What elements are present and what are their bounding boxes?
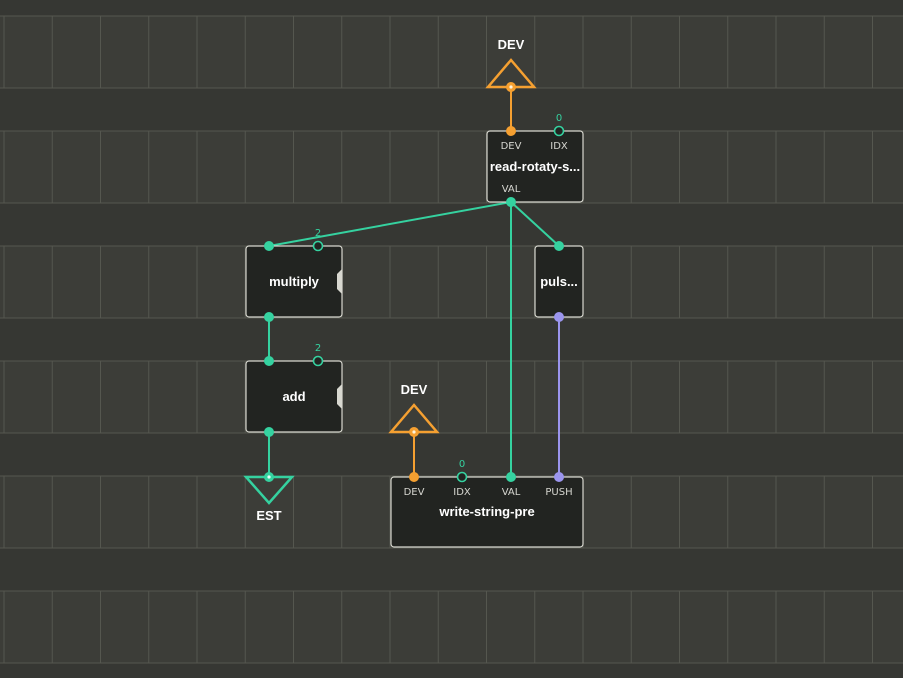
grid-gap-band	[0, 663, 903, 678]
grid-background	[0, 0, 903, 678]
dev-input-terminal-bottom[interactable]: DEV	[388, 382, 440, 437]
grid-gap-band	[0, 88, 903, 131]
pin-value-multiply-in2: 2	[315, 228, 321, 239]
pin-read-dev[interactable]	[506, 126, 516, 136]
grid-gap-band	[0, 433, 903, 476]
pin-pulse-out[interactable]	[554, 312, 564, 322]
pin-multiply-in1[interactable]	[264, 241, 274, 251]
grid-gap-band	[0, 0, 903, 16]
pin-label-val: VAL	[502, 184, 521, 195]
dev-input-terminal-top[interactable]: DEV	[485, 37, 537, 92]
pin-write-idx[interactable]	[456, 471, 468, 483]
pin-label-write-push: PUSH	[545, 487, 572, 498]
pin-read-val[interactable]	[506, 197, 516, 207]
node-pulse[interactable]: puls...	[534, 241, 584, 322]
pin-add-in1[interactable]	[264, 356, 274, 366]
node-add-title: add	[282, 389, 305, 404]
node-write-string-title: write-string-pre	[438, 504, 534, 519]
est-terminal-label: EST	[256, 508, 281, 523]
pin-write-dev[interactable]	[409, 472, 419, 482]
patch-canvas[interactable]: DEV DEV IDX 0 read-rotaty-s... VAL multi…	[0, 0, 903, 678]
pin-write-push[interactable]	[554, 472, 564, 482]
dev-terminal-bottom-label: DEV	[401, 382, 428, 397]
node-pulse-title: puls...	[540, 274, 578, 289]
dev-terminal-pin-dot	[509, 85, 513, 89]
pin-label-dev: DEV	[501, 141, 522, 152]
pin-add-in2[interactable]	[312, 355, 324, 367]
pin-read-idx[interactable]	[553, 125, 565, 137]
pin-value-idx: 0	[556, 113, 562, 124]
pin-label-write-idx: IDX	[453, 487, 471, 498]
est-terminal-pin-dot	[267, 475, 271, 479]
pin-value-write-idx: 0	[459, 459, 465, 470]
est-output-terminal[interactable]: EST	[243, 472, 295, 523]
dev-terminal-bottom-pin-dot	[412, 430, 416, 434]
pin-multiply-in2[interactable]	[312, 240, 324, 252]
node-multiply-title: multiply	[269, 274, 320, 289]
pin-multiply-out[interactable]	[264, 312, 274, 322]
pin-label-write-dev: DEV	[404, 487, 425, 498]
grid-gap-band	[0, 548, 903, 591]
pin-label-write-val: VAL	[502, 487, 521, 498]
pin-label-idx: IDX	[550, 141, 568, 152]
pin-write-val[interactable]	[506, 472, 516, 482]
pin-pulse-in[interactable]	[554, 241, 564, 251]
grid-gap-band	[0, 318, 903, 361]
pin-add-out[interactable]	[264, 427, 274, 437]
grid-gap-band	[0, 203, 903, 246]
pin-value-add-in2: 2	[315, 343, 321, 354]
node-read-rotary-title: read-rotaty-s...	[490, 159, 580, 174]
dev-terminal-label: DEV	[498, 37, 525, 52]
